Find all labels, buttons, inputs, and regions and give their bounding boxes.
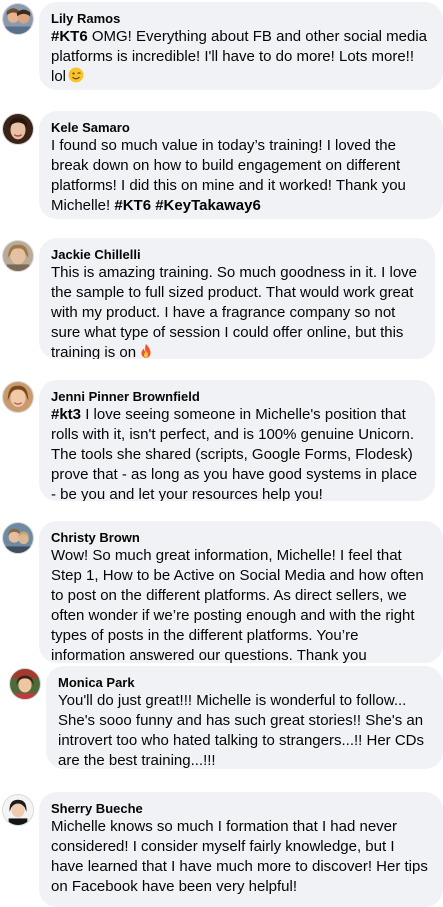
comment-author[interactable]: Sherry Bueche [51, 800, 431, 817]
comment-body: You'll do just great!!! Michelle is wond… [58, 692, 424, 769]
comment-body: Wow! So much great information, Michelle… [51, 547, 424, 663]
comment-text: I found so much value in today’s trainin… [51, 136, 431, 216]
winking-face-emoji-icon [68, 67, 84, 83]
comment-bubble: Lily Ramos #KT6 OMG! Everything about FB… [39, 2, 443, 90]
comment-author[interactable]: Kele Samaro [51, 119, 431, 136]
comment-body: OMG! Everything about FB and other socia… [51, 28, 428, 85]
comment-text: Michelle knows so much I formation that … [51, 817, 431, 897]
avatar[interactable] [9, 668, 41, 700]
avatar[interactable] [2, 381, 34, 413]
comment-text: You'll do just great!!! Michelle is wond… [58, 691, 431, 769]
avatar[interactable] [2, 522, 34, 554]
avatar[interactable] [2, 3, 34, 35]
avatar[interactable] [2, 240, 34, 272]
comment-text: Wow! So much great information, Michelle… [51, 546, 431, 663]
hashtag-link[interactable]: #kt3 [51, 406, 81, 423]
comment-body: Michelle knows so much I formation that … [51, 818, 428, 895]
comment-bubble: Sherry Bueche Michelle knows so much I f… [39, 792, 443, 907]
comment-text: #kt3 I love seeing someone in Michelle's… [51, 405, 423, 501]
comment-author[interactable]: Monica Park [58, 674, 431, 691]
comment-bubble: Christy Brown Wow! So much great informa… [39, 521, 443, 663]
comment-author[interactable]: Jenni Pinner Brownfield [51, 388, 423, 405]
comment-author[interactable]: Lily Ramos [51, 10, 431, 27]
comment-text: #KT6 OMG! Everything about FB and other … [51, 27, 431, 87]
comment-bubble: Monica Park You'll do just great!!! Mich… [46, 666, 443, 769]
hashtag-link[interactable]: #KT6 [51, 28, 88, 45]
comment-body: This is amazing training. So much goodne… [51, 264, 418, 359]
comment-bubble: Jackie Chillelli This is amazing trainin… [39, 238, 435, 359]
comment-body: I love seeing someone in Michelle's posi… [51, 406, 418, 501]
avatar[interactable] [2, 113, 34, 145]
hashtag-link[interactable]: #KT6 #KeyTakaway6 [114, 197, 260, 214]
comment-bubble: Kele Samaro I found so much value in tod… [39, 111, 443, 219]
avatar[interactable] [2, 794, 34, 826]
fire-emoji-icon [138, 343, 154, 359]
comment-author[interactable]: Jackie Chillelli [51, 246, 423, 263]
comment-author[interactable]: Christy Brown [51, 529, 431, 546]
comment-bubble: Jenni Pinner Brownfield #kt3 I love seei… [39, 380, 435, 501]
comment-text: This is amazing training. So much goodne… [51, 263, 423, 359]
